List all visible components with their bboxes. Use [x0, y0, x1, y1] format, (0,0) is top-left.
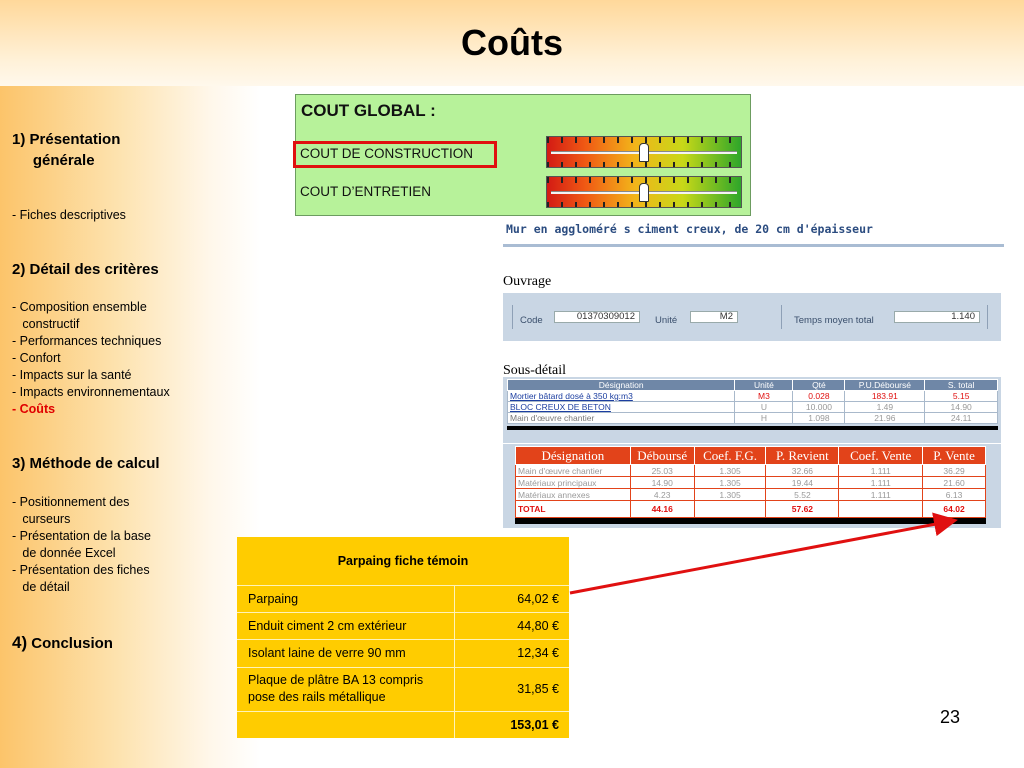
page-number: 23 — [940, 707, 961, 727]
arrow-overlay — [569, 512, 958, 595]
link-arrow — [569, 512, 958, 595]
